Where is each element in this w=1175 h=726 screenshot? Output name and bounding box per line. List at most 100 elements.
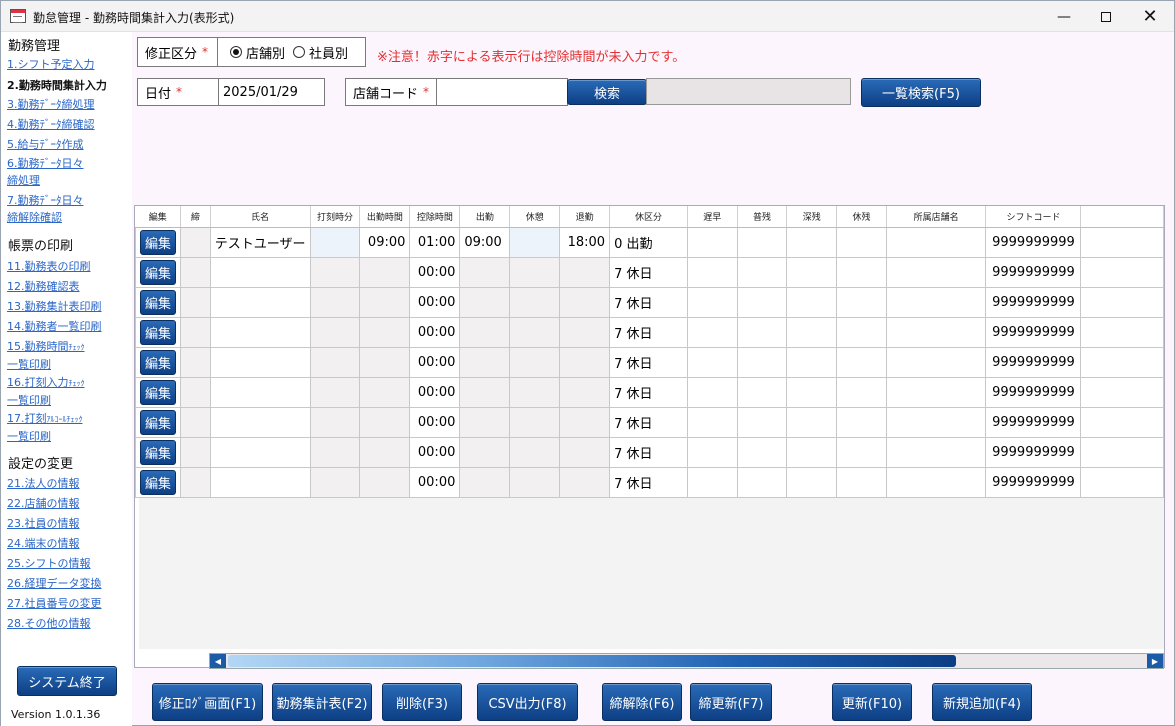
- start-time-cell[interactable]: [359, 286, 411, 318]
- early-late-cell[interactable]: [686, 286, 738, 318]
- store-name-cell[interactable]: [885, 466, 987, 498]
- list-search-button[interactable]: 一覧検索(F5): [861, 78, 981, 107]
- store-name-cell[interactable]: [885, 226, 987, 258]
- employee-name-cell[interactable]: テストユーザー: [209, 226, 311, 258]
- edit-cell[interactable]: 編集: [135, 316, 181, 348]
- employee-name-cell[interactable]: [209, 346, 311, 378]
- store-name-cell[interactable]: [885, 256, 987, 288]
- overtime-cell[interactable]: [736, 376, 788, 408]
- stamp-time-cell[interactable]: [309, 466, 361, 498]
- early-late-cell[interactable]: [686, 436, 738, 468]
- edit-button[interactable]: 編集: [139, 409, 176, 435]
- sidebar-item-alcohol-check-print[interactable]: 17.打刻ｱﾙｺｰﾙﾁｪｯｸ 一覧印刷: [7, 410, 83, 445]
- csv-export-button[interactable]: CSV出力(F8): [477, 683, 578, 721]
- sidebar-item-store-info[interactable]: 22.店舗の情報: [7, 495, 80, 512]
- edit-cell[interactable]: 編集: [135, 346, 181, 378]
- closing-update-button[interactable]: 締更新(F7): [690, 683, 772, 721]
- stamp-time-cell[interactable]: [309, 256, 361, 288]
- clock-in-cell[interactable]: [459, 286, 511, 318]
- edit-cell[interactable]: 編集: [135, 226, 181, 258]
- date-input[interactable]: 2025/01/29: [218, 78, 325, 106]
- closed-cell[interactable]: [179, 436, 211, 468]
- start-time-cell[interactable]: [359, 466, 411, 498]
- start-time-cell[interactable]: [359, 316, 411, 348]
- closed-cell[interactable]: [179, 316, 211, 348]
- closed-cell[interactable]: [179, 256, 211, 288]
- shift-code-cell[interactable]: 9999999999: [985, 316, 1082, 348]
- radio-store[interactable]: [230, 46, 242, 58]
- shift-code-cell[interactable]: 9999999999: [985, 436, 1082, 468]
- clock-out-cell[interactable]: 18:00: [559, 226, 611, 258]
- spare-cell[interactable]: [1080, 286, 1164, 318]
- sidebar-item-salary-data[interactable]: 5.給与ﾃﾞｰﾀ作成: [7, 136, 84, 153]
- shift-code-cell[interactable]: 9999999999: [985, 346, 1082, 378]
- stamp-time-cell[interactable]: [309, 376, 361, 408]
- start-time-cell[interactable]: [359, 346, 411, 378]
- close-icon[interactable]: ✕: [1127, 1, 1173, 32]
- clock-out-cell[interactable]: [559, 406, 611, 438]
- employee-name-cell[interactable]: [209, 436, 311, 468]
- early-late-cell[interactable]: [686, 376, 738, 408]
- clock-out-cell[interactable]: [559, 286, 611, 318]
- sidebar-item-hours-check-print[interactable]: 15.勤務時間ﾁｪｯｸ 一覧印刷: [7, 338, 85, 373]
- early-late-cell[interactable]: [686, 256, 738, 288]
- break-cell[interactable]: [509, 316, 561, 348]
- leave-type-cell[interactable]: 7 休日: [609, 376, 688, 408]
- break-cell[interactable]: [509, 286, 561, 318]
- sidebar-item-shift-info[interactable]: 25.シフトの情報: [7, 555, 91, 572]
- early-late-cell[interactable]: [686, 346, 738, 378]
- break-cell[interactable]: [509, 346, 561, 378]
- clock-in-cell[interactable]: [459, 466, 511, 498]
- holiday-overtime-cell[interactable]: [836, 256, 887, 288]
- edit-button[interactable]: 編集: [139, 289, 176, 315]
- spare-cell[interactable]: [1080, 226, 1164, 258]
- edit-cell[interactable]: 編集: [135, 256, 181, 288]
- break-cell[interactable]: [509, 256, 561, 288]
- closed-cell[interactable]: [179, 226, 211, 258]
- sidebar-item-work-hours-input[interactable]: 2.勤務時間集計入力: [7, 77, 107, 94]
- clock-out-cell[interactable]: [559, 256, 611, 288]
- employee-name-cell[interactable]: [209, 376, 311, 408]
- delete-button[interactable]: 削除(F3): [382, 683, 462, 721]
- break-cell[interactable]: [509, 466, 561, 498]
- edit-cell[interactable]: 編集: [135, 466, 181, 498]
- employee-name-cell[interactable]: [209, 286, 311, 318]
- sidebar-item-summary-print[interactable]: 13.勤務集計表印刷: [7, 298, 102, 315]
- deduction-time-cell[interactable]: 00:00: [409, 466, 461, 498]
- edit-button[interactable]: 編集: [139, 349, 176, 375]
- work-summary-button[interactable]: 勤務集計表(F2): [272, 683, 372, 721]
- shift-code-cell[interactable]: 9999999999: [985, 286, 1082, 318]
- early-late-cell[interactable]: [686, 226, 738, 258]
- shift-code-cell[interactable]: 9999999999: [985, 256, 1082, 288]
- start-time-cell[interactable]: [359, 406, 411, 438]
- clock-in-cell[interactable]: [459, 406, 511, 438]
- sidebar-item-daily-closing[interactable]: 6.勤務ﾃﾞｰﾀ日々 締処理: [7, 155, 84, 189]
- night-overtime-cell[interactable]: [786, 226, 838, 258]
- holiday-overtime-cell[interactable]: [836, 406, 887, 438]
- break-cell[interactable]: [509, 406, 561, 438]
- deduction-time-cell[interactable]: 00:00: [409, 376, 461, 408]
- holiday-overtime-cell[interactable]: [836, 226, 887, 258]
- edit-button[interactable]: 編集: [139, 259, 176, 285]
- sidebar-item-accounting-convert[interactable]: 26.経理データ変換: [7, 575, 102, 592]
- stamp-time-cell[interactable]: [309, 316, 361, 348]
- spare-cell[interactable]: [1080, 376, 1164, 408]
- stamp-time-cell[interactable]: [309, 436, 361, 468]
- holiday-overtime-cell[interactable]: [836, 286, 887, 318]
- clock-in-cell[interactable]: [459, 316, 511, 348]
- store-code-input[interactable]: [436, 78, 568, 106]
- spare-cell[interactable]: [1080, 346, 1164, 378]
- stamp-time-cell[interactable]: [309, 226, 361, 258]
- spare-cell[interactable]: [1080, 316, 1164, 348]
- edit-button[interactable]: 編集: [139, 319, 176, 345]
- night-overtime-cell[interactable]: [786, 256, 838, 288]
- shift-code-cell[interactable]: 9999999999: [985, 376, 1082, 408]
- spare-cell[interactable]: [1080, 406, 1164, 438]
- employee-name-cell[interactable]: [209, 406, 311, 438]
- clock-in-cell[interactable]: 09:00: [459, 226, 511, 258]
- system-exit-button[interactable]: システム終了: [17, 666, 117, 696]
- overtime-cell[interactable]: [736, 436, 788, 468]
- store-name-cell[interactable]: [885, 316, 987, 348]
- early-late-cell[interactable]: [686, 406, 738, 438]
- clock-out-cell[interactable]: [559, 376, 611, 408]
